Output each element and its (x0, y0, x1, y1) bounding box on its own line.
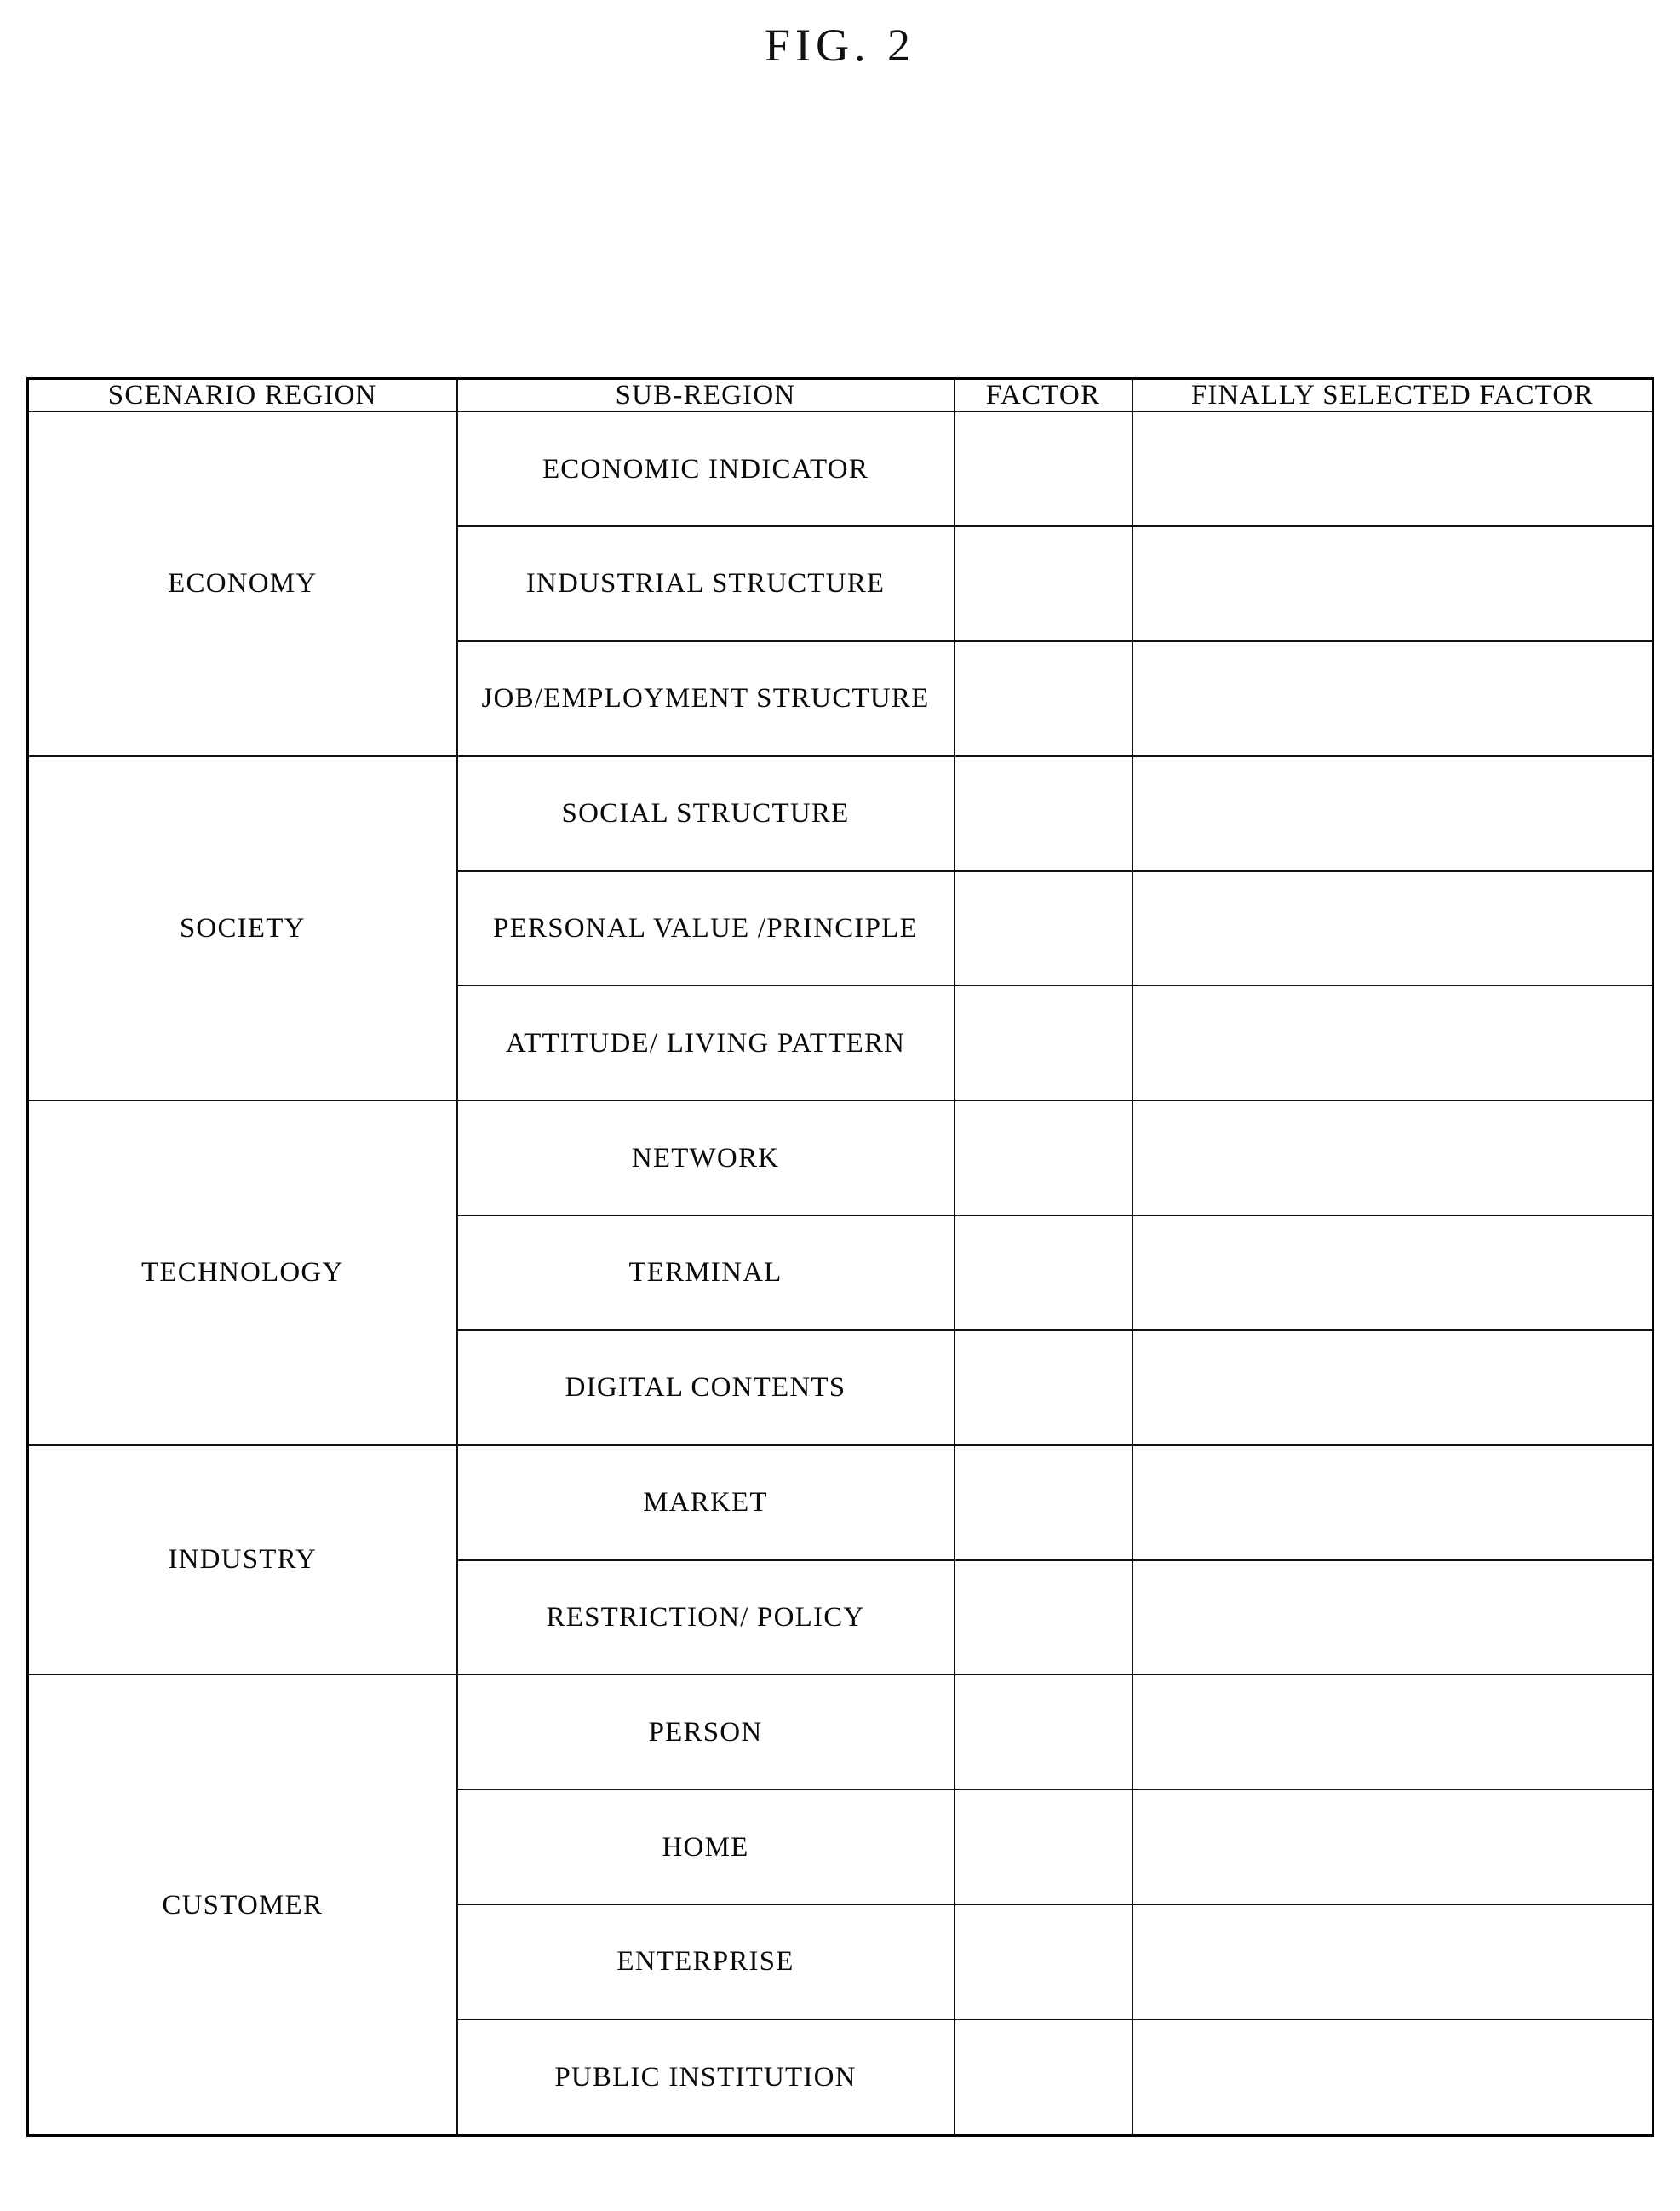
factor-cell[interactable] (953, 870, 1133, 987)
sub-region-cell: PERSONAL VALUE /PRINCIPLE (456, 870, 955, 987)
table-header-row: SCENARIO REGION SUB-REGION FACTOR FINALL… (26, 377, 1654, 413)
finally-selected-factor-cell[interactable] (1131, 1444, 1654, 1561)
factor-cell[interactable] (953, 1904, 1133, 2020)
finally-selected-factor-cell[interactable] (1131, 1674, 1654, 1791)
table-row: INDUSTRY MARKET (26, 1444, 1654, 1676)
finally-selected-factor-cell[interactable] (1131, 1559, 1654, 1676)
table-body: ECONOMY ECONOMIC INDICATOR INDUSTRIAL STRU… (26, 411, 1654, 2137)
finally-selected-factor-cell[interactable] (1131, 2018, 1654, 2137)
sub-region-cell: SOCIAL STRUCTURE (456, 755, 955, 872)
sub-region-cell: NETWORK (456, 1100, 955, 1217)
column-header-factor: FACTOR (953, 377, 1133, 413)
factor-cell[interactable] (953, 1100, 1133, 1217)
finally-selected-factor-cell[interactable] (1131, 870, 1654, 987)
table-row: SOCIETY SOCIAL STRUCTURE (26, 755, 1654, 1102)
table-row: CUSTOMER PERSON (26, 1674, 1654, 2137)
scenario-region-cell: INDUSTRY (26, 1444, 458, 1676)
sub-region-cell: JOB/EMPLOYMENT STRUCTURE (456, 640, 955, 757)
factor-cell[interactable] (953, 1789, 1133, 1906)
scenario-region-cell: CUSTOMER (26, 1674, 458, 2137)
finally-selected-factor-cell[interactable] (1131, 1789, 1654, 1906)
factor-cell[interactable] (953, 755, 1133, 872)
finally-selected-factor-cell[interactable] (1131, 640, 1654, 757)
sub-region-cell: PUBLIC INSTITUTION (456, 2018, 955, 2137)
sub-region-cell: ATTITUDE/ LIVING PATTERN (456, 985, 955, 1102)
sub-region-cell: ENTERPRISE (456, 1904, 955, 2020)
sub-region-cell: RESTRICTION/ POLICY (456, 1559, 955, 1676)
sub-region-cell: TERMINAL (456, 1215, 955, 1331)
table-row: ECONOMY ECONOMIC INDICATOR (26, 411, 1654, 757)
factor-selection-table-container: SCENARIO REGION SUB-REGION FACTOR FINALL… (26, 377, 1654, 2137)
factor-cell[interactable] (953, 1674, 1133, 1791)
table-row: TECHNOLOGY NETWORK (26, 1100, 1654, 1446)
sub-region-cell: MARKET (456, 1444, 955, 1561)
sub-region-cell: PERSON (456, 1674, 955, 1791)
finally-selected-factor-cell[interactable] (1131, 1329, 1654, 1446)
finally-selected-factor-cell[interactable] (1131, 1904, 1654, 2020)
factor-cell[interactable] (953, 640, 1133, 757)
scenario-region-cell: ECONOMY (26, 411, 458, 757)
scenario-region-cell: SOCIETY (26, 755, 458, 1102)
finally-selected-factor-cell[interactable] (1131, 1100, 1654, 1217)
factor-selection-table: SCENARIO REGION SUB-REGION FACTOR FINALL… (26, 377, 1654, 2137)
factor-cell[interactable] (953, 1215, 1133, 1331)
sub-region-cell: ECONOMIC INDICATOR (456, 411, 955, 528)
factor-cell[interactable] (953, 985, 1133, 1102)
column-header-sub-region: SUB-REGION (456, 377, 955, 413)
figure-title: FIG. 2 (764, 20, 915, 71)
factor-cell[interactable] (953, 1444, 1133, 1561)
factor-cell[interactable] (953, 1559, 1133, 1676)
factor-cell[interactable] (953, 2018, 1133, 2137)
sub-region-cell: DIGITAL CONTENTS (456, 1329, 955, 1446)
factor-cell[interactable] (953, 411, 1133, 528)
finally-selected-factor-cell[interactable] (1131, 985, 1654, 1102)
finally-selected-factor-cell[interactable] (1131, 525, 1654, 642)
sub-region-cell: INDUSTRIAL STRUCTURE (456, 525, 955, 642)
column-header-scenario-region: SCENARIO REGION (26, 377, 458, 413)
column-header-finally-selected-factor: FINALLY SELECTED FACTOR (1131, 377, 1654, 413)
factor-cell[interactable] (953, 1329, 1133, 1446)
table-header: SCENARIO REGION SUB-REGION FACTOR FINALL… (26, 377, 1654, 413)
finally-selected-factor-cell[interactable] (1131, 1215, 1654, 1331)
finally-selected-factor-cell[interactable] (1131, 755, 1654, 872)
finally-selected-factor-cell[interactable] (1131, 411, 1654, 528)
sub-region-cell: HOME (456, 1789, 955, 1906)
factor-cell[interactable] (953, 525, 1133, 642)
scenario-region-cell: TECHNOLOGY (26, 1100, 458, 1446)
